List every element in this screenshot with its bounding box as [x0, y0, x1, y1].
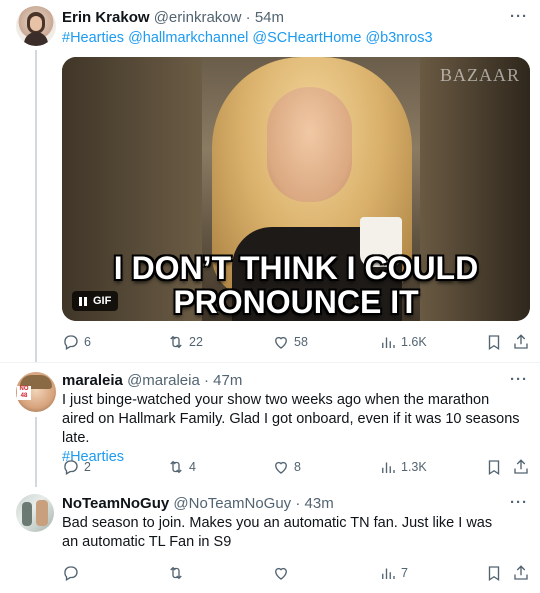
views-icon [382, 337, 395, 348]
tweet-maraleia[interactable]: NO 48 maraleia @maraleia · 47m ··· I jus… [0, 363, 540, 487]
tweet-noteamnoguy[interactable]: NoTeamNoGuy @NoTeamNoGuy · 43m ··· Bad s… [0, 486, 540, 593]
like-button[interactable]: 8 [272, 457, 301, 477]
share-button[interactable] [512, 563, 530, 583]
brand-watermark: BAZAAR [439, 65, 520, 85]
avatar[interactable] [16, 494, 54, 532]
tweet-header: maraleia @maraleia · 47m [62, 371, 242, 391]
tweet-body: Bad season to join. Makes you an automat… [62, 515, 493, 550]
repost-button[interactable]: 4 [167, 457, 196, 477]
tweet-text: #Hearties @hallmarkchannel @SCHeartHome … [62, 29, 532, 48]
timestamp[interactable]: 47m [213, 372, 242, 389]
tweet-text: Bad season to join. Makes you an automat… [62, 514, 507, 552]
more-options-button[interactable]: ··· [510, 494, 528, 511]
thread-line [35, 50, 37, 362]
tweet-actions: 2 4 8 1.3K [62, 457, 532, 477]
tweet-header: Erin Krakow @erinkrakow · 54m [62, 8, 284, 28]
reply-icon [64, 460, 78, 475]
tweet-header: NoTeamNoGuy @NoTeamNoGuy · 43m [62, 494, 334, 514]
like-count: 8 [294, 460, 301, 474]
gif-label: GIF [93, 295, 112, 307]
heart-icon [275, 461, 287, 474]
share-button[interactable] [512, 332, 530, 352]
heart-icon [275, 567, 287, 580]
reply-button[interactable]: 2 [62, 457, 91, 477]
repost-icon [170, 566, 182, 580]
share-button[interactable] [512, 457, 530, 477]
like-count: 58 [294, 335, 308, 349]
bookmark-button[interactable] [485, 332, 503, 352]
gif-pause-badge[interactable]: GIF [72, 291, 119, 311]
pause-icon [79, 296, 87, 306]
bookmark-button[interactable] [485, 563, 503, 583]
views-button[interactable]: 1.3K [379, 457, 427, 477]
avatar[interactable]: NO 48 [16, 372, 56, 412]
repost-icon [170, 460, 182, 474]
heart-icon [275, 336, 287, 349]
more-options-button[interactable]: ··· [510, 8, 528, 25]
author-name[interactable]: NoTeamNoGuy [62, 495, 169, 512]
separator: · [245, 9, 251, 26]
more-options-button[interactable]: ··· [510, 371, 528, 388]
timestamp[interactable]: 43m [305, 495, 334, 512]
tweet-actions: 7 [62, 563, 532, 583]
view-count: 1.3K [401, 460, 427, 474]
repost-button[interactable]: 22 [167, 332, 203, 352]
repost-icon [170, 335, 182, 349]
bookmark-icon [488, 335, 500, 351]
tweet-body: I just binge-watched your show two weeks… [62, 392, 520, 446]
share-icon [514, 459, 528, 474]
author-handle[interactable]: @NoTeamNoGuy [173, 495, 291, 512]
repost-count: 4 [189, 460, 196, 474]
author-name[interactable]: maraleia [62, 372, 123, 389]
timestamp[interactable]: 54m [255, 9, 284, 26]
reply-count: 2 [84, 460, 91, 474]
bookmark-icon [488, 566, 500, 582]
hashtag-mentions-link[interactable]: #Hearties @hallmarkchannel @SCHeartHome … [62, 30, 433, 46]
reply-icon [64, 335, 78, 350]
share-icon [514, 565, 528, 580]
avatar-badge: NO 48 [17, 386, 31, 400]
author-handle[interactable]: @erinkrakow [154, 9, 242, 26]
author-handle[interactable]: @maraleia [127, 372, 200, 389]
reply-button[interactable] [62, 563, 84, 583]
views-button[interactable]: 1.6K [379, 332, 427, 352]
reply-icon [64, 566, 78, 581]
separator: · [295, 495, 301, 512]
gif-media[interactable]: BAZAAR I DON’T THINK I COULD PRONOUNCE I… [62, 57, 530, 321]
views-button[interactable]: 7 [379, 563, 408, 583]
tweet-actions: 6 22 58 1.6K [62, 332, 532, 352]
repost-button[interactable] [167, 563, 189, 583]
gif-caption-line-1: I DON’T THINK I COULD [113, 250, 479, 286]
bookmark-button[interactable] [485, 457, 503, 477]
reply-count: 6 [84, 335, 91, 349]
thread-line [35, 417, 37, 487]
like-button[interactable] [272, 563, 294, 583]
tweet-erin-krakow[interactable]: Erin Krakow @erinkrakow · 54m ··· #Heart… [0, 0, 540, 362]
author-name[interactable]: Erin Krakow [62, 9, 150, 26]
media-figure-face [267, 87, 352, 202]
bookmark-icon [488, 460, 500, 476]
views-icon [382, 462, 395, 473]
tweet-text: I just binge-watched your show two weeks… [62, 391, 522, 467]
views-icon [382, 568, 395, 579]
avatar[interactable] [16, 6, 56, 46]
like-button[interactable]: 58 [272, 332, 308, 352]
gif-caption-line-2: PRONOUNCE IT [173, 284, 419, 320]
reply-button[interactable]: 6 [62, 332, 91, 352]
view-count: 7 [401, 566, 408, 580]
separator: · [204, 372, 209, 389]
share-icon [514, 334, 528, 349]
view-count: 1.6K [401, 335, 427, 349]
repost-count: 22 [189, 335, 203, 349]
